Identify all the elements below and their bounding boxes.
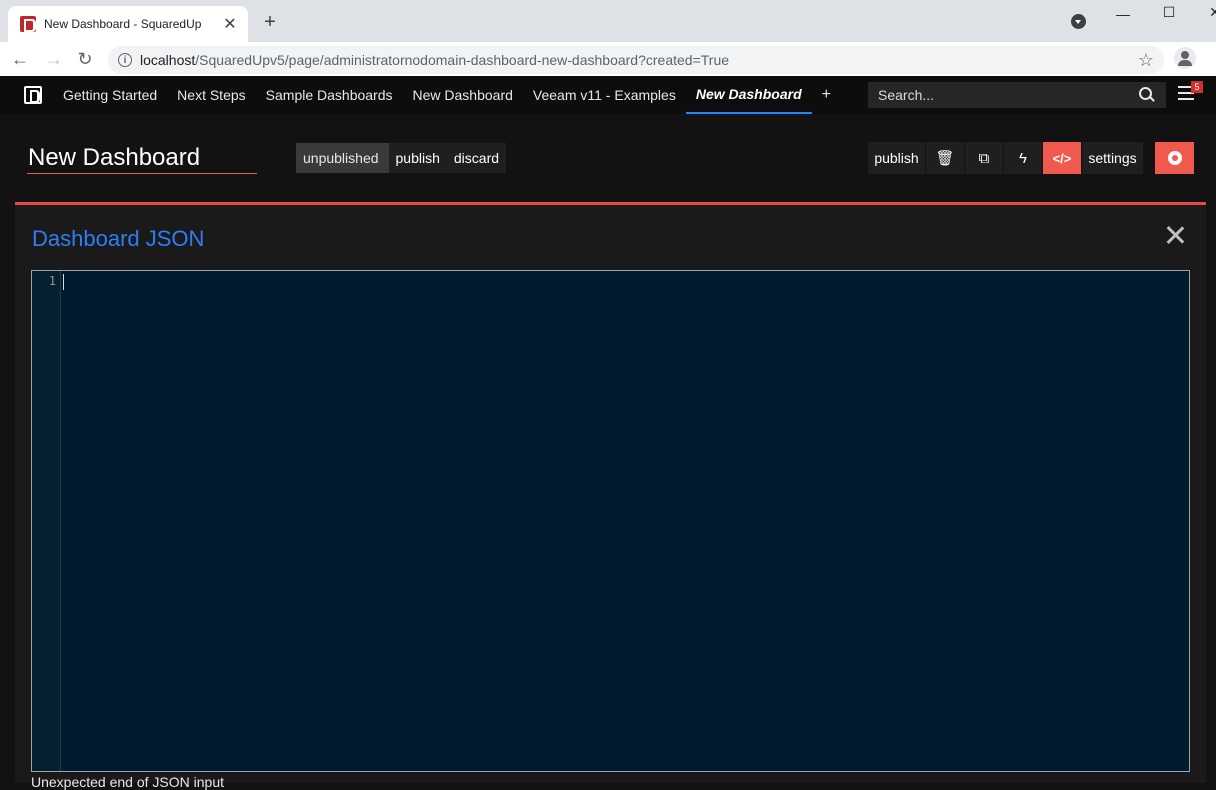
address-bar: ← → ↻ i localhost/SquaredUpv5/page/admin… [0, 42, 1216, 76]
search-input[interactable]: Search... [868, 82, 1166, 108]
reload-icon[interactable]: ↻ [73, 47, 97, 71]
dashboard-title-input[interactable]: New Dashboard [27, 144, 257, 174]
json-error-message: Unexpected end of JSON input [31, 774, 225, 790]
discard-button[interactable]: discard [446, 143, 507, 173]
settings-button[interactable]: settings [1082, 142, 1144, 174]
code-icon[interactable]: </> [1043, 142, 1082, 174]
window-maximize-button[interactable]: ☐ [1146, 0, 1192, 24]
back-arrow-icon[interactable]: ← [8, 47, 32, 71]
app-navbar: Getting Started Next Steps Sample Dashbo… [0, 76, 1216, 114]
notification-badge: 5 [1191, 81, 1203, 93]
tab-title: New Dashboard - SquaredUp [44, 17, 202, 31]
line-number: 1 [48, 274, 56, 288]
close-icon[interactable] [1162, 222, 1188, 248]
toolbar-publish-button[interactable]: publish [868, 142, 926, 174]
nav-link-new-dashboard[interactable]: New Dashboard [403, 76, 523, 114]
browser-tab-strip: New Dashboard - SquaredUp ✕ + — ☐ ✕ [0, 0, 1216, 42]
browser-tab[interactable]: New Dashboard - SquaredUp ✕ [8, 6, 248, 42]
browser-profile-icon[interactable] [1071, 14, 1086, 29]
window-minimize-button[interactable]: — [1100, 2, 1146, 26]
bookmark-star-icon[interactable]: ☆ [1138, 50, 1154, 71]
lightning-icon[interactable]: ϟ [1004, 142, 1043, 174]
json-code-editor[interactable]: 1 [31, 270, 1190, 772]
publish-status-group: unpublished publish discard [296, 143, 507, 173]
nav-link-getting-started[interactable]: Getting Started [53, 76, 167, 114]
publish-button[interactable]: publish [388, 143, 447, 173]
gear-icon[interactable] [1155, 142, 1194, 174]
account-avatar-icon[interactable] [1174, 47, 1196, 69]
squaredup-logo-icon[interactable] [24, 86, 42, 104]
nav-links: Getting Started Next Steps Sample Dashbo… [53, 76, 841, 114]
panel-title: Dashboard JSON [32, 226, 205, 251]
nav-link-sample-dashboards[interactable]: Sample Dashboards [256, 76, 403, 114]
tab-close-icon[interactable]: ✕ [220, 14, 240, 34]
text-cursor [63, 274, 64, 290]
squaredup-favicon-icon [20, 16, 36, 32]
dashboard-toolbar: publish 🗑 ⧉ ϟ </> settings [868, 142, 1144, 174]
nav-link-active-new-dashboard[interactable]: New Dashboard [685, 76, 812, 114]
new-tab-button[interactable]: + [258, 10, 282, 34]
nav-link-next-steps[interactable]: Next Steps [167, 76, 255, 114]
forward-arrow-icon[interactable]: → [42, 47, 66, 71]
nav-link-veeam-examples[interactable]: Veeam v11 - Examples [523, 76, 686, 114]
search-placeholder: Search... [878, 87, 935, 103]
url-host: localhost [140, 52, 196, 68]
publish-state-badge: unpublished [296, 143, 389, 173]
editor-gutter: 1 [32, 271, 61, 771]
copy-icon[interactable]: ⧉ [965, 142, 1004, 174]
window-close-button[interactable]: ✕ [1192, 0, 1216, 24]
url-path: /SquaredUpv5/page/administratornodomain-… [195, 52, 730, 68]
trash-icon[interactable]: 🗑 [926, 142, 965, 174]
site-info-icon[interactable]: i [118, 53, 132, 67]
search-icon[interactable] [1134, 83, 1158, 107]
add-page-button[interactable]: + [812, 86, 841, 104]
url-input[interactable]: i localhost/SquaredUpv5/page/administrat… [108, 46, 1164, 74]
